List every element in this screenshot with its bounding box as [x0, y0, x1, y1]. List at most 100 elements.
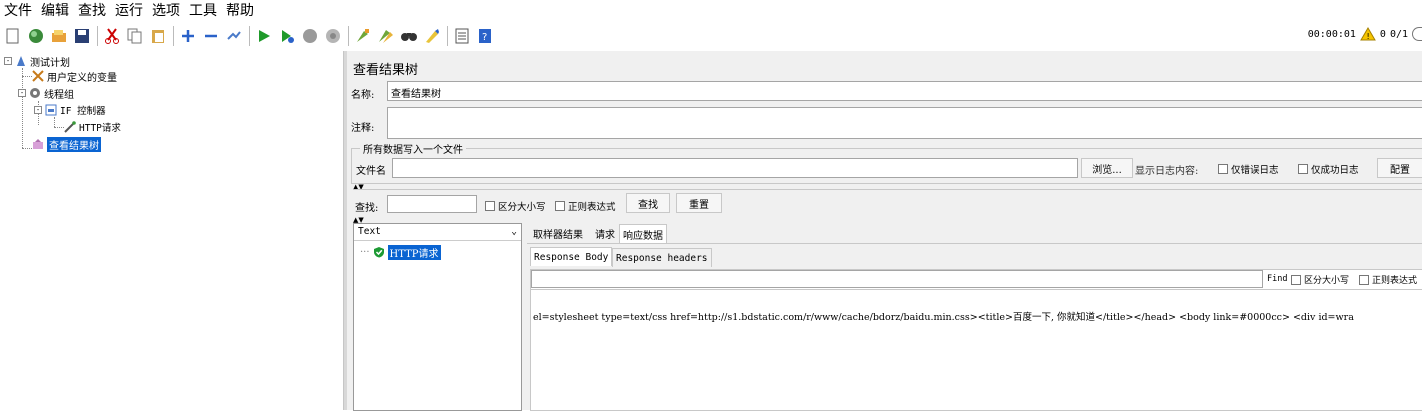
- tree-node-view-results[interactable]: 查看结果树: [32, 136, 101, 152]
- menu-edit[interactable]: 编辑: [41, 0, 69, 20]
- menu-file[interactable]: 文件: [4, 0, 32, 20]
- checkbox-box[interactable]: [555, 201, 565, 211]
- tree-node-thread-group[interactable]: - 线程组: [18, 85, 74, 101]
- success-only-checkbox[interactable]: 仅成功日志: [1298, 162, 1359, 176]
- toggle-icon[interactable]: [224, 26, 244, 46]
- response-regex-checkbox[interactable]: 正则表达式: [1359, 273, 1417, 286]
- response-case-checkbox[interactable]: 区分大小写: [1291, 273, 1349, 286]
- collapse-icon[interactable]: [201, 26, 221, 46]
- collapse-toggle-icon[interactable]: -: [4, 57, 12, 65]
- toolbar-separator: [173, 26, 174, 46]
- chevron-down-icon[interactable]: ⌄: [511, 226, 517, 237]
- tab-response-headers[interactable]: Response headers: [612, 248, 712, 267]
- find-button[interactable]: 查找: [626, 193, 670, 213]
- clear-icon[interactable]: [353, 26, 373, 46]
- errors-only-checkbox[interactable]: 仅错误日志: [1218, 162, 1279, 176]
- thread-group-icon: [29, 87, 41, 99]
- sample-label: HTTP请求: [387, 244, 441, 260]
- checkbox-box[interactable]: [485, 201, 495, 211]
- open-icon[interactable]: [49, 26, 69, 46]
- tree-node-http-request[interactable]: HTTP请求: [64, 119, 121, 135]
- error-count: 0: [1379, 28, 1386, 40]
- test-plan-icon: [15, 55, 27, 67]
- configure-button[interactable]: 配置: [1377, 158, 1422, 178]
- name-field[interactable]: 查看结果树: [387, 81, 1422, 101]
- renderer-value: Text: [358, 226, 381, 237]
- find-label: Find: [1267, 274, 1288, 284]
- clear-all-icon[interactable]: [376, 26, 396, 46]
- log-content-label: 显示日志内容:: [1135, 166, 1199, 177]
- menu-options[interactable]: 选项: [152, 0, 180, 20]
- menu-run[interactable]: 运行: [115, 0, 143, 20]
- tree-label: HTTP请求: [79, 123, 121, 134]
- tab-request[interactable]: 请求: [592, 224, 618, 243]
- case-sensitive-checkbox[interactable]: 区分大小写: [485, 199, 546, 213]
- browse-button[interactable]: 浏览...: [1081, 158, 1133, 178]
- if-controller-icon: [45, 104, 57, 116]
- cut-icon[interactable]: [102, 26, 122, 46]
- svg-text:?: ?: [482, 32, 487, 43]
- variables-icon: [32, 70, 44, 82]
- tab-response-data[interactable]: 响应数据: [619, 224, 667, 243]
- result-detail-panel: 取样器结果 请求 响应数据 Response Body Response hea…: [527, 223, 1422, 411]
- help-icon[interactable]: ?: [475, 26, 495, 46]
- menu-search[interactable]: 查找: [78, 0, 106, 20]
- tree-label: 线程组: [44, 89, 74, 101]
- response-find-input[interactable]: [531, 270, 1263, 288]
- search-icon[interactable]: [399, 26, 419, 46]
- start-no-pause-icon[interactable]: [277, 26, 297, 46]
- regex-checkbox[interactable]: 正则表达式: [555, 199, 616, 213]
- stop-icon[interactable]: [300, 26, 320, 46]
- warning-icon[interactable]: !: [1360, 27, 1376, 41]
- menu-help[interactable]: 帮助: [226, 0, 254, 20]
- svg-text:!: !: [1366, 32, 1369, 41]
- collapse-toggle-icon[interactable]: -: [34, 106, 42, 114]
- checkbox-label: 正则表达式: [1372, 276, 1418, 286]
- shutdown-icon[interactable]: [323, 26, 343, 46]
- new-icon[interactable]: [3, 26, 23, 46]
- checkbox-box[interactable]: [1298, 164, 1308, 174]
- tree-node-test-plan[interactable]: - 测试计划: [4, 53, 70, 69]
- listener-icon: [32, 138, 44, 150]
- tree-connector: ···: [360, 246, 370, 258]
- name-label: 名称:: [351, 90, 375, 101]
- write-to-file-group: 所有数据写入一个文件 文件名 浏览... 显示日志内容: 仅错误日志 仅成功日志…: [351, 141, 1422, 184]
- menu-tools[interactable]: 工具: [189, 0, 217, 20]
- tree-label: 查看结果树: [47, 136, 101, 152]
- copy-icon[interactable]: [125, 26, 145, 46]
- thread-ratio: 0/1: [1389, 28, 1408, 40]
- view-results-tree-panel: 查看结果树 名称: 查看结果树 注释: 所有数据写入一个文件 文件名 浏览...…: [347, 51, 1422, 411]
- tab-sampler-result[interactable]: 取样器结果: [530, 224, 586, 243]
- reset-search-icon[interactable]: [422, 26, 442, 46]
- panel-title: 查看结果树: [353, 63, 419, 78]
- expand-icon[interactable]: [178, 26, 198, 46]
- checkbox-box[interactable]: [1291, 274, 1301, 285]
- start-icon[interactable]: [254, 26, 274, 46]
- reset-button[interactable]: 重置: [676, 193, 722, 213]
- function-helper-icon[interactable]: [452, 26, 472, 46]
- checkbox-label: 仅成功日志: [1311, 165, 1359, 176]
- tree-label: IF 控制器: [60, 106, 106, 117]
- response-body-text: el=stylesheet type=text/css href=http://…: [533, 312, 1354, 323]
- search-input[interactable]: [387, 195, 477, 213]
- comment-field[interactable]: [387, 107, 1422, 139]
- checkbox-box[interactable]: [1359, 274, 1369, 285]
- checkbox-box[interactable]: [1218, 164, 1228, 174]
- sample-result-item[interactable]: ··· HTTP请求: [360, 244, 441, 260]
- toolbar: ?: [0, 21, 1422, 51]
- toolbar-separator: [97, 26, 98, 46]
- renderer-select[interactable]: Text ⌄: [354, 224, 521, 241]
- filename-input[interactable]: [392, 158, 1078, 178]
- paste-icon[interactable]: [148, 26, 168, 46]
- filename-label: 文件名: [356, 166, 386, 177]
- tree-node-user-vars[interactable]: 用户定义的变量: [32, 68, 117, 84]
- status-area: 00:00:01 ! 0 0/1: [1308, 27, 1422, 41]
- checkbox-label: 正则表达式: [568, 202, 616, 213]
- tree-node-if-controller[interactable]: - IF 控制器: [34, 102, 106, 118]
- templates-icon[interactable]: [26, 26, 46, 46]
- collapse-toggle-icon[interactable]: -: [18, 89, 26, 97]
- toolbar-separator: [447, 26, 448, 46]
- response-body-area[interactable]: Find 区分大小写 正则表达式 el=stylesheet type=text…: [530, 269, 1422, 411]
- tab-response-body[interactable]: Response Body: [530, 247, 613, 266]
- save-icon[interactable]: [72, 26, 92, 46]
